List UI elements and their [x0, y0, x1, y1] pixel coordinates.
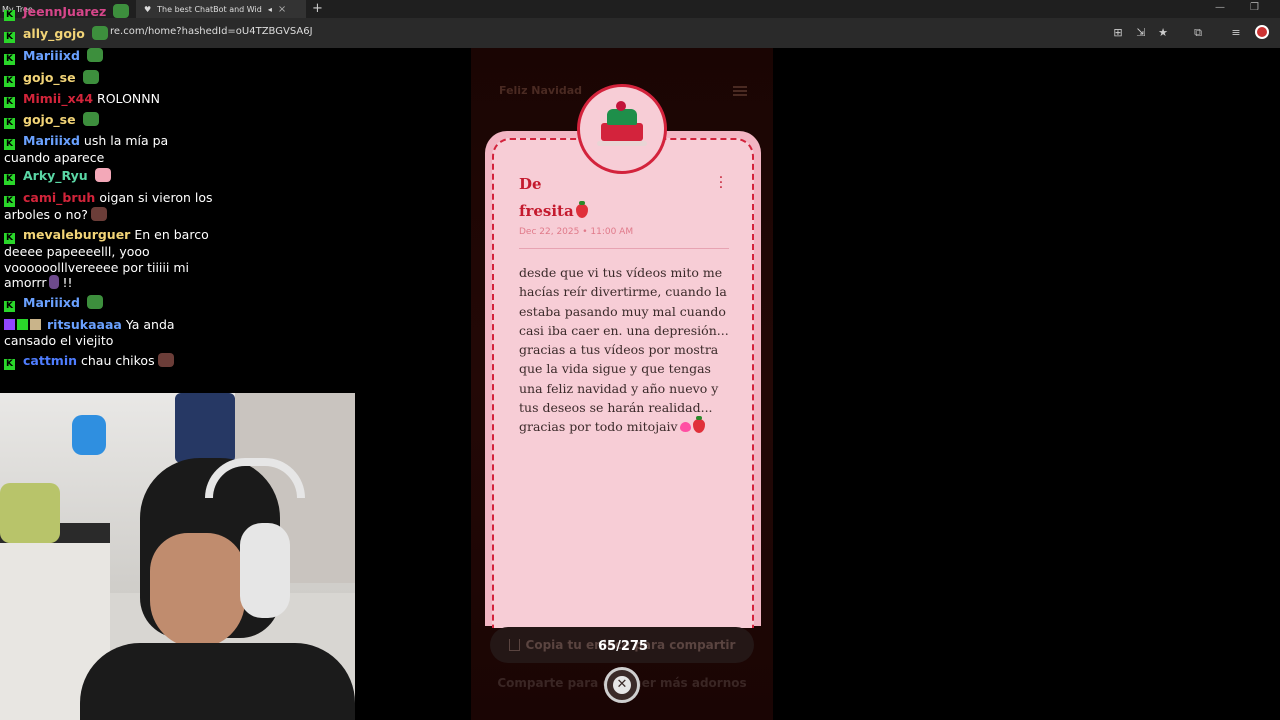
kick-badge-icon: K	[4, 97, 15, 108]
kick-badge-icon: K	[4, 76, 15, 87]
chat-message: K Mariiixd ush la mía pa cuando aparece	[4, 133, 214, 166]
chat-username[interactable]: ally_gojo	[23, 26, 85, 41]
cake-plate	[597, 141, 647, 146]
stream-chat: K JeennJuarez Kally_gojo K Mariiixd Kgojo_…	[0, 0, 215, 380]
kick-badge-icon: K	[4, 301, 15, 312]
webcam-jacket	[175, 393, 235, 463]
webcam-feed	[0, 393, 355, 720]
card-sender-name: fresita	[519, 201, 588, 220]
install-icon[interactable]: ⇲	[1133, 25, 1149, 41]
chat-text-suffix: !!	[62, 275, 73, 290]
translate-icon[interactable]: ⊞	[1110, 25, 1126, 41]
webcam-body	[80, 643, 355, 720]
chat-username[interactable]: mevaleburguer	[23, 227, 130, 242]
chat-text: ROLONNN	[97, 91, 160, 106]
close-icon: ✕	[613, 676, 631, 694]
kick-badge-icon: K	[4, 54, 15, 65]
chat-message: K Mimii_x44 ROLONNN	[4, 91, 214, 108]
cake-cherry	[616, 101, 626, 111]
kick-badge-icon: K	[4, 233, 15, 244]
card-from-label: De	[519, 175, 542, 193]
card-options-icon[interactable]: · · ·	[718, 171, 724, 195]
kick-badge-icon: K	[4, 359, 15, 370]
chat-message: Kcattmin chau chikos	[4, 353, 214, 370]
chat-message: Kcami_bruh oigan si vieron los arboles o …	[4, 190, 214, 223]
minimize-icon[interactable]: —	[1215, 2, 1225, 13]
new-tab-button[interactable]: +	[312, 0, 323, 18]
webcam-face	[150, 533, 245, 648]
webcam-figure	[72, 415, 106, 455]
card-dashed-border: De fresita Dec 22, 2025 • 11:00 AM · · · d…	[492, 138, 754, 628]
tab-close-icon[interactable]: ×	[278, 4, 286, 15]
webcam-pillow	[0, 483, 60, 543]
heart-icon	[679, 422, 691, 433]
chat-badges	[4, 317, 43, 333]
chat-username[interactable]: Mariiixd	[23, 48, 80, 63]
media-icon[interactable]: ≡	[1228, 25, 1244, 41]
brown-emote-icon	[157, 353, 174, 367]
kick-badge-icon: K	[4, 32, 15, 43]
chat-username[interactable]: gojo_se	[23, 70, 76, 85]
chat-message: K JeennJuarez	[4, 4, 214, 21]
chat-message: K Mariiixd	[4, 48, 214, 65]
kick-badge-icon: K	[4, 139, 15, 150]
cake-bottom-tier	[601, 123, 643, 141]
strawberry-icon	[692, 416, 705, 434]
frog-emote-icon	[91, 26, 108, 40]
trophy-badge-icon	[30, 319, 41, 330]
purple-emote-icon	[49, 275, 60, 289]
chat-message: Kgojo_se	[4, 112, 214, 129]
chat-username[interactable]: ritsukaaaa	[47, 317, 122, 332]
chat-username[interactable]: JeennJuarez	[23, 4, 106, 19]
chat-username[interactable]: Mariiixd	[23, 295, 80, 310]
card-message-body: desde que vi tus vídeos mito me hacías r…	[519, 263, 734, 437]
frog-emote-icon	[82, 70, 99, 84]
chat-message: Kgojo_se	[4, 70, 214, 87]
webcam-headphone	[240, 523, 290, 618]
kick-badge-icon: K	[4, 10, 15, 21]
message-card: De fresita Dec 22, 2025 • 11:00 AM · · · d…	[485, 131, 761, 628]
sender-name-text: fresita	[519, 202, 574, 220]
extensions-icon[interactable]: ⧉	[1190, 25, 1206, 41]
frog-emote-icon	[113, 4, 130, 18]
chat-message: ritsukaaaa Ya anda cansado el viejito	[4, 317, 214, 348]
profile-avatar[interactable]	[1255, 25, 1269, 39]
hamburger-menu-icon[interactable]	[733, 86, 747, 96]
twitch-badge-icon	[4, 319, 15, 330]
chat-username[interactable]: Arky_Ryu	[23, 168, 88, 183]
card-date: Dec 22, 2025 • 11:00 AM	[519, 227, 634, 237]
strawberry-icon	[575, 201, 588, 218]
maximize-icon[interactable]: ❐	[1250, 2, 1259, 13]
frog-emote-icon	[86, 295, 103, 309]
chat-message: K Arky_Ryu	[4, 168, 214, 185]
check-badge-icon	[17, 319, 28, 330]
speaker-icon[interactable]: ◂	[268, 5, 272, 14]
chat-username[interactable]: cattmin	[23, 353, 77, 368]
frog-emote-icon	[86, 48, 103, 62]
chat-message: Kally_gojo	[4, 26, 214, 43]
cake-top-tier	[607, 109, 637, 125]
chat-message: K Mariiixd	[4, 295, 214, 312]
bookmark-star-icon[interactable]: ★	[1155, 25, 1171, 41]
chat-username[interactable]: Mariiixd	[23, 133, 80, 148]
kick-badge-icon: K	[4, 118, 15, 129]
kick-badge-icon: K	[4, 196, 15, 207]
share-icon	[508, 639, 520, 651]
card-message-text: desde que vi tus vídeos mito me hacías r…	[519, 265, 729, 435]
christmas-card-app: Feliz Navidad De fresita Dec 22, 2025 • …	[471, 48, 773, 720]
chat-text: chau chikos	[81, 353, 155, 368]
brown-emote-icon	[90, 207, 107, 221]
chat-username[interactable]: cami_bruh	[23, 190, 95, 205]
chat-message: Kmevaleburguer En en barco deeee papeeeel…	[4, 227, 214, 291]
card-counter: 65/275	[598, 639, 648, 654]
kick-badge-icon: K	[4, 174, 15, 185]
frog-emote-icon	[82, 112, 99, 126]
pink-emote-icon	[94, 168, 111, 182]
chat-username[interactable]: gojo_se	[23, 112, 76, 127]
page-title: Feliz Navidad	[499, 84, 583, 97]
close-button[interactable]: ✕	[604, 667, 640, 703]
card-divider	[519, 248, 729, 249]
chat-username[interactable]: Mimii_x44	[23, 91, 93, 106]
cake-ornament-icon	[577, 84, 667, 174]
